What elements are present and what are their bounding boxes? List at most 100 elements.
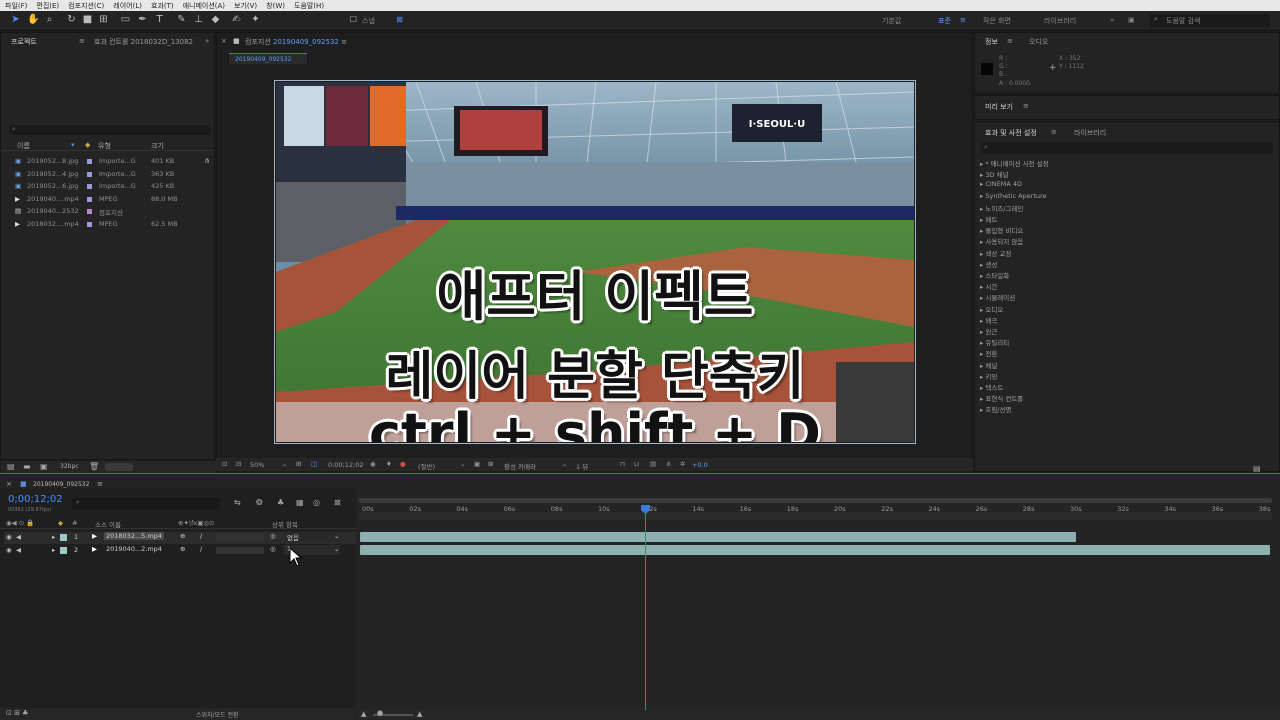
column-layer-number[interactable]: #	[72, 519, 77, 527]
column-size[interactable]: 크기	[151, 141, 164, 151]
composition-viewer[interactable]: I·SEOUL·U 애프터 이펙트 레이어 분할 단축키 ctrl + shif…	[276, 82, 914, 442]
channel-icon[interactable]: ⊟	[236, 460, 241, 468]
menu-composition[interactable]: 컴포지션(C)	[68, 1, 104, 11]
effect-category-item[interactable]: ▸ 3D 채널	[980, 169, 1009, 179]
motion-blur-icon[interactable]: ◎	[313, 498, 320, 507]
effect-category-item[interactable]: ▸ 매트	[980, 214, 997, 224]
toggle-switches-modes[interactable]: 스위치/모드 전환	[196, 710, 239, 719]
brush-tool-icon[interactable]: ✎	[176, 14, 187, 26]
menu-view[interactable]: 보기(V)	[234, 1, 257, 11]
effect-controls-tab[interactable]: 효과 컨트롤 2018032D_13082	[94, 37, 193, 47]
column-source-name[interactable]: 소스 이름	[95, 519, 121, 529]
effect-category-item[interactable]: ▸ * 애니메이션 사전 설정	[980, 158, 1049, 168]
snapshot-icon[interactable]: ◉	[370, 460, 376, 468]
roto-brush-tool-icon[interactable]: ✍	[231, 14, 242, 26]
current-time-timecode[interactable]: 0;00;12;02	[8, 494, 63, 505]
composition-tab[interactable]: 컴포지션	[245, 38, 271, 46]
new-preset-icon[interactable]: ▤	[1253, 464, 1261, 473]
menu-effect[interactable]: 효과(T)	[151, 1, 174, 11]
views-select[interactable]: 1 뷰	[576, 461, 588, 471]
effect-category-item[interactable]: ▸ 유틸리티	[980, 337, 1009, 347]
switch-boxes[interactable]	[216, 534, 264, 541]
eraser-tool-icon[interactable]: ◆	[210, 14, 221, 26]
timeline-layer-row[interactable]: ◉ ◀ ▸ 1 ▶ 2018032...5.mp4 ⊕ / ◎ 없음 ⌄	[4, 532, 356, 544]
workspace-overflow-icon[interactable]: »	[1110, 16, 1114, 24]
effect-category-item[interactable]: ▸ 생성	[980, 259, 997, 269]
column-type[interactable]: 유형	[98, 141, 111, 151]
bpc-label[interactable]: 32bpc	[60, 463, 79, 470]
info-menu-icon[interactable]: ≡	[1007, 37, 1013, 45]
timeline-search-input[interactable]: ⌕	[72, 498, 220, 509]
frame-blending-icon[interactable]: ▦	[296, 498, 304, 507]
puppet-tool-icon[interactable]: ✦	[250, 14, 261, 26]
info-tab[interactable]: 정보	[985, 37, 998, 47]
project-file-row[interactable]: ▣ 2019052...8.jpg Importe...G 401 KB	[1, 157, 214, 168]
selection-tool-icon[interactable]: ➤	[10, 14, 21, 26]
camera-select[interactable]: 활성 카메라	[504, 461, 536, 471]
effect-category-item[interactable]: ▸ 노이즈/그레인	[980, 203, 1023, 213]
parent-chevron-icon[interactable]: ⌄	[334, 532, 339, 540]
time-ruler[interactable]	[359, 512, 1272, 520]
visibility-eye-icon[interactable]: ◉	[6, 533, 12, 541]
grid-icon[interactable]: ⊞	[296, 460, 301, 468]
file-label-swatch[interactable]	[87, 184, 92, 190]
effects-search-input[interactable]: ⌕	[981, 142, 1273, 154]
snap-options-icon[interactable]: ⊠	[394, 14, 405, 26]
magnification-chevron-icon[interactable]: ⌄	[282, 460, 287, 468]
new-comp-icon[interactable]: ▣	[40, 462, 48, 471]
camera-chevron-icon[interactable]: ⌄	[562, 460, 567, 468]
timeline-icon[interactable]: ▤	[650, 460, 656, 468]
visibility-eye-icon[interactable]: ◉	[6, 546, 12, 554]
project-tab-menu-icon[interactable]: ≡	[79, 37, 85, 45]
menu-animation[interactable]: 애니메이션(A)	[183, 1, 225, 11]
effect-category-item[interactable]: ▸ 채널	[980, 360, 997, 370]
snap-checkbox[interactable]: ☐	[348, 14, 359, 26]
effect-category-item[interactable]: ▸ 원근	[980, 326, 997, 336]
timeline-layer-row[interactable]: ◉ ◀ ▸ 2 ▶ 2019040...2.mp4 ⊕ / ◎ 1 ⌄	[4, 545, 356, 557]
preview-menu-icon[interactable]: ≡	[1023, 102, 1029, 110]
expand-layer-icon[interactable]: ▸	[52, 546, 55, 554]
parent-pickwhip-icon[interactable]: ◎	[270, 545, 276, 553]
file-label-swatch[interactable]	[87, 159, 92, 164]
parent-chevron-icon[interactable]: ⌄	[334, 545, 339, 553]
layer-1-bar[interactable]	[360, 532, 1076, 542]
mask-icon[interactable]: ◫	[311, 460, 317, 468]
timeline-menu-icon[interactable]: ≡	[97, 480, 103, 488]
project-file-row[interactable]: ▣ 2019052...6.jpg Importe...G 425 KB	[1, 182, 214, 193]
layer-label-swatch[interactable]	[60, 534, 67, 541]
project-file-row[interactable]: ▤ 2019040...2532 컴포지션	[1, 207, 214, 218]
effect-category-item[interactable]: ▸ 흐림/선명	[980, 404, 1011, 414]
menu-edit[interactable]: 편집(E)	[36, 1, 59, 11]
current-time-indicator[interactable]	[645, 506, 646, 714]
effect-category-item[interactable]: ▸ 왜곡	[980, 315, 997, 325]
workspace-menu-icon[interactable]: ≡	[960, 16, 966, 24]
rectangle-tool-icon[interactable]: ▭	[120, 14, 131, 26]
composition-close-icon[interactable]: ×	[221, 37, 227, 45]
shy-switch-icon[interactable]: ⊕	[180, 532, 185, 540]
effect-category-item[interactable]: ▸ 표현식 컨트롤	[980, 393, 1023, 403]
zoom-tool-icon[interactable]: ⌕	[44, 14, 55, 26]
audio-speaker-icon[interactable]: ◀	[16, 546, 21, 554]
color-channel-icon[interactable]: ●	[400, 460, 406, 468]
expand-layer-icon[interactable]: ▸	[52, 533, 55, 541]
file-label-swatch[interactable]	[87, 222, 92, 227]
panel-overflow-icon[interactable]: »	[205, 37, 209, 45]
project-file-row[interactable]: ▶ 2019040....mp4 MPEG 88.0 MB	[1, 195, 214, 206]
file-label-swatch[interactable]	[87, 209, 92, 215]
resolution-chevron-icon[interactable]: ⌄	[460, 460, 465, 468]
graph-editor-icon[interactable]: ⊠	[334, 498, 341, 507]
resolution-select[interactable]: (절반)	[418, 461, 435, 471]
quality-switch-icon[interactable]: /	[200, 532, 202, 540]
layer-source-name[interactable]: 2018032...5.mp4	[104, 532, 164, 540]
project-file-row[interactable]: ▶ 2018032....mp4 MPEG 62.5 MB	[1, 220, 214, 231]
file-label-swatch[interactable]	[87, 171, 92, 177]
effect-category-item[interactable]: ▸ 전환	[980, 348, 997, 358]
effects-menu-icon[interactable]: ≡	[1051, 128, 1057, 136]
effect-category-item[interactable]: ▸ 텍스트	[980, 382, 1003, 392]
zoom-slider-handle[interactable]: ●	[377, 709, 383, 717]
effect-category-item[interactable]: ▸ 시뮬레이션	[980, 292, 1015, 302]
effect-category-item[interactable]: ▸ 사용되지 않음	[980, 236, 1023, 246]
rotate-tool-icon[interactable]: ↻	[66, 14, 77, 26]
effects-presets-tab[interactable]: 효과 및 사전 설정	[985, 128, 1037, 138]
toggle-pixel-aspect-icon[interactable]: ⊓	[620, 460, 625, 468]
